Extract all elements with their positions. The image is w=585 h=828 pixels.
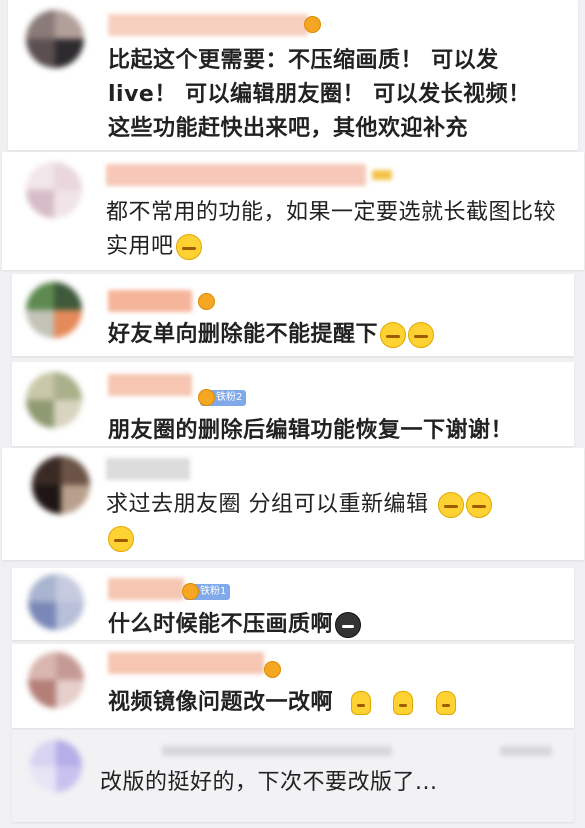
comment-text-content: 都不常用的功能，如果一定要选就长截图比较实用吧 [106, 200, 557, 259]
comment-text: 视频镜像问题改一改啊 [108, 686, 568, 720]
comment-text: 求过去朋友圈 分组可以重新编辑 [106, 488, 566, 556]
awkward-smile-icon [408, 322, 435, 348]
badge-label: 铁粉1 [200, 586, 227, 597]
crying-icon [108, 526, 134, 552]
badge-blur [372, 170, 392, 180]
crown-icon [304, 16, 321, 33]
fan-badge: 铁粉1 [182, 583, 231, 600]
avatar[interactable] [30, 740, 82, 792]
comment-card: 都不常用的功能，如果一定要选就长截图比较实用吧 [2, 152, 584, 270]
crown-icon [264, 661, 281, 678]
crown-icon [182, 583, 199, 600]
avatar[interactable] [32, 456, 90, 514]
small-figure-icon [393, 691, 414, 715]
crown-icon [198, 293, 215, 310]
crying-icon [466, 492, 492, 518]
comment-card: 改版的挺好的，下次不要改版了... [12, 730, 574, 822]
username[interactable] [108, 374, 192, 396]
comment-text: 改版的挺好的，下次不要改版了... [100, 770, 438, 795]
comment-text: 朋友圈的删除后编辑功能恢复一下谢谢！ [108, 418, 514, 443]
fan-badge: 铁粉2 [198, 389, 247, 406]
badge-label: 铁粉2 [216, 392, 243, 403]
comment-text-content: 好友单向删除能不能提醒下 [108, 322, 379, 347]
avatar[interactable] [26, 10, 84, 68]
comment-card: 铁粉1 什么时候能不压画质啊 [12, 568, 574, 640]
dark-tear-icon [335, 612, 362, 638]
avatar[interactable] [26, 282, 82, 338]
username[interactable] [162, 746, 392, 756]
username[interactable] [108, 14, 308, 36]
username[interactable] [108, 652, 264, 674]
crown-icon [198, 389, 215, 406]
comment-card: 视频镜像问题改一改啊 [12, 644, 574, 728]
small-figure-icon [351, 691, 372, 715]
comment-card: 比起这个更需要：不压缩画质！ 可以发live！ 可以编辑朋友圈！ 可以发长视频！… [8, 0, 578, 150]
timestamp [500, 746, 552, 756]
comment-card: 好友单向删除能不能提醒下 [12, 274, 574, 356]
laugh-cry-icon [175, 234, 202, 260]
awkward-smile-icon [380, 322, 407, 348]
comment-text: 比起这个更需要：不压缩画质！ 可以发live！ 可以编辑朋友圈！ 可以发长视频！… [108, 48, 531, 141]
avatar[interactable] [26, 372, 82, 428]
username[interactable] [108, 578, 184, 600]
comment-card: 求过去朋友圈 分组可以重新编辑 [2, 448, 584, 560]
avatar[interactable] [28, 574, 84, 630]
comment-text-content: 视频镜像问题改一改啊 [108, 690, 334, 715]
fan-badge [198, 293, 218, 310]
username[interactable] [106, 458, 190, 480]
fan-badge [264, 661, 284, 678]
fan-badge [304, 16, 324, 33]
comment-text-content: 求过去朋友圈 分组可以重新编辑 [106, 492, 429, 517]
avatar[interactable] [28, 652, 84, 708]
avatar[interactable] [26, 162, 82, 218]
crying-icon [438, 492, 464, 518]
username[interactable] [108, 290, 192, 312]
username[interactable] [106, 164, 366, 186]
small-figure-icon [435, 691, 456, 715]
comment-text: 都不常用的功能，如果一定要选就长截图比较实用吧 [106, 196, 566, 264]
comment-text-content: 什么时候能不压画质啊 [108, 612, 334, 637]
comment-text: 什么时候能不压画质啊 [108, 608, 568, 640]
comment-text: 好友单向删除能不能提醒下 [108, 318, 568, 352]
comment-card: 铁粉2 朋友圈的删除后编辑功能恢复一下谢谢！ [12, 362, 574, 446]
